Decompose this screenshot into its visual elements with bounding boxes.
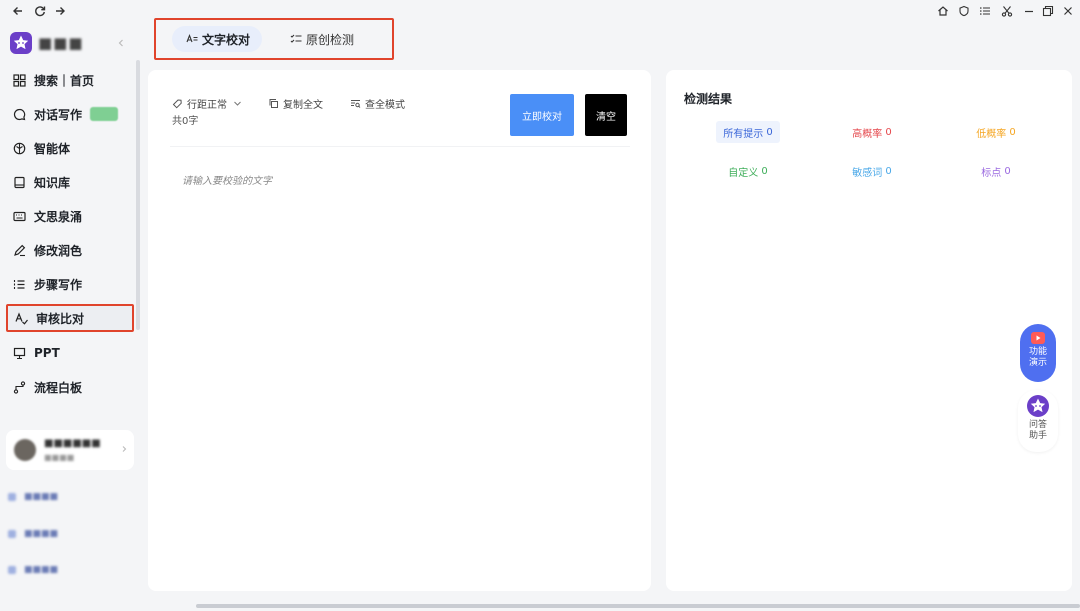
scissors-icon[interactable]	[1000, 4, 1014, 18]
home-icon[interactable]	[936, 4, 950, 18]
assistant-star-icon	[1027, 395, 1049, 417]
grid-icon	[12, 73, 26, 87]
book-icon	[12, 175, 26, 189]
text-input-area[interactable]: 请输入要校验的文字	[182, 172, 272, 187]
sidebar-item-review-compare[interactable]: 审核比对	[6, 304, 134, 332]
app-logo[interactable]: ■■■	[10, 32, 84, 54]
sidebar-item-step-writing[interactable]: 步骤写作	[6, 270, 134, 298]
sidebar-item-label: 修改润色	[34, 243, 83, 258]
word-count: 共0字	[172, 116, 199, 127]
sidebar-bottom-item[interactable]: ■■■■	[8, 525, 128, 543]
menu-icon[interactable]	[978, 4, 992, 18]
user-plan-blurred: ■■■■	[44, 453, 75, 462]
forward-icon[interactable]	[52, 3, 68, 19]
sidebar: ■■■ 搜索｜首页 对话写作 智能体 知识库 文思泉涌 修改润色 步骤写作 审核…	[0, 24, 140, 611]
sidebar-item-polish[interactable]: 修改润色	[6, 236, 134, 264]
stat-all-hints[interactable]: 所有提示 0	[716, 121, 780, 143]
sidebar-item-label: 搜索｜首页	[34, 73, 95, 88]
sidebar-bottom-item[interactable]: ■■■■	[8, 488, 128, 506]
sidebar-item-label: 步骤写作	[34, 277, 83, 292]
sidebar-item-flow-board[interactable]: 流程白板	[6, 373, 134, 401]
sidebar-item-label: PPT	[34, 346, 60, 360]
sidebar-item-label: 流程白板	[34, 380, 83, 395]
chevron-right-icon	[120, 445, 128, 453]
play-icon	[1031, 332, 1045, 344]
collapse-icon[interactable]	[116, 38, 126, 48]
sidebar-item-ppt[interactable]: PPT	[6, 339, 134, 367]
avatar	[14, 439, 36, 461]
sidebar-item-label: 对话写作	[34, 107, 83, 122]
logo-text: ■■■	[38, 34, 84, 52]
stat-punctuation[interactable]: 标点 0	[970, 160, 1022, 182]
stat-sensitive-words[interactable]: 敏感词 0	[844, 160, 900, 182]
user-name-blurred: ■■■■■■	[44, 438, 101, 449]
stat-high-probability[interactable]: 高概率 0	[842, 121, 902, 143]
tab-text-proofread[interactable]: 文字校对	[172, 26, 262, 52]
pen-icon	[12, 243, 26, 257]
check-mode-toggle[interactable]: 查全模式	[350, 96, 405, 111]
close-icon[interactable]	[1061, 4, 1075, 18]
results-title: 检测结果	[684, 92, 733, 106]
copy-icon	[268, 98, 279, 109]
minimize-icon[interactable]	[1022, 4, 1036, 18]
new-badge	[90, 107, 119, 121]
text-check-icon	[186, 33, 198, 45]
line-spacing-dropdown[interactable]: 行距正常	[172, 96, 242, 111]
chevron-down-icon	[233, 99, 242, 108]
horizontal-scrollbar[interactable]	[196, 604, 1080, 608]
sidebar-bottom-item[interactable]: ■■■■	[8, 561, 128, 579]
refresh-icon[interactable]	[32, 3, 48, 19]
list-icon	[12, 277, 26, 291]
copy-all-button[interactable]: 复制全文	[268, 96, 323, 111]
search-list-icon	[350, 98, 361, 109]
flow-icon	[12, 380, 26, 394]
sidebar-item-chat-writing[interactable]: 对话写作	[6, 100, 134, 128]
qa-assistant-button[interactable]: 问答 助手	[1018, 390, 1058, 452]
tab-bar: 文字校对 原创检测	[154, 18, 394, 60]
globe-icon	[12, 141, 26, 155]
sidebar-item-knowledge-base[interactable]: 知识库	[6, 168, 134, 196]
logo-icon	[10, 32, 32, 54]
proofread-now-button[interactable]: 立即校对	[510, 94, 574, 136]
sidebar-item-inspiration[interactable]: 文思泉涌	[6, 202, 134, 230]
shield-icon[interactable]	[957, 4, 971, 18]
checklist-icon	[290, 33, 302, 45]
tab-originality-check[interactable]: 原创检测	[276, 26, 376, 52]
sidebar-item-label: 知识库	[34, 175, 71, 190]
sidebar-scrollbar[interactable]	[136, 60, 140, 330]
sidebar-item-label: 审核比对	[36, 311, 85, 326]
editor-panel: 行距正常 复制全文 查全模式 共0字 立即校对 清空 请输入要校验的文字	[148, 70, 651, 591]
tab-label: 文字校对	[202, 32, 251, 47]
presentation-icon	[12, 346, 26, 360]
results-panel: 检测结果 所有提示 0 高概率 0 低概率 0 自定义 0 敏感词 0 标点 0	[666, 70, 1072, 591]
sidebar-item-agent[interactable]: 智能体	[6, 134, 134, 162]
feature-demo-button[interactable]: 功能 演示	[1020, 324, 1056, 382]
text-check-icon	[14, 311, 28, 325]
restore-icon[interactable]	[1041, 4, 1055, 18]
stat-custom[interactable]: 自定义 0	[720, 160, 776, 182]
tab-label: 原创检测	[306, 32, 355, 47]
stat-low-probability[interactable]: 低概率 0	[966, 121, 1026, 143]
back-icon[interactable]	[10, 3, 26, 19]
chat-icon	[12, 107, 26, 121]
keyboard-icon	[12, 209, 26, 223]
tag-icon	[172, 98, 183, 109]
sidebar-item-label: 文思泉涌	[34, 209, 83, 224]
clear-button[interactable]: 清空	[585, 94, 627, 136]
sidebar-item-label: 智能体	[34, 141, 71, 156]
sidebar-item-search[interactable]: 搜索｜首页	[6, 66, 134, 94]
user-card[interactable]: ■■■■■■ ■■■■	[6, 430, 134, 470]
divider	[170, 146, 630, 147]
